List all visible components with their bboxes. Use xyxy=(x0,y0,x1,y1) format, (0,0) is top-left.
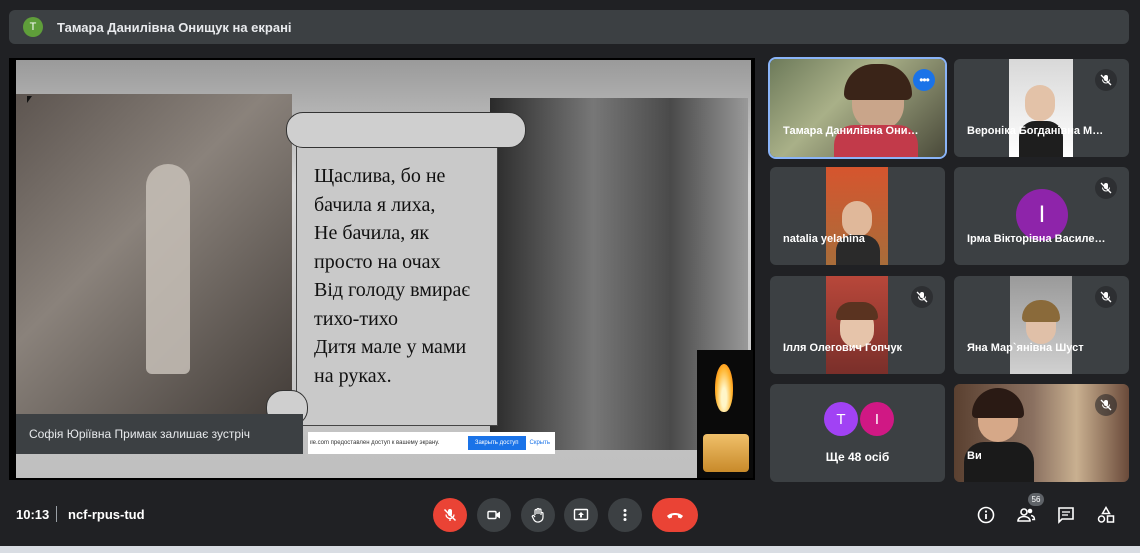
more-options-icon[interactable]: ••• xyxy=(913,69,935,91)
poem-line: тихо-тихо xyxy=(314,307,399,330)
participant-tile[interactable]: Вероніка Богданівна М… xyxy=(954,59,1129,157)
people-icon xyxy=(1017,508,1036,522)
poem-line: Від голоду вмирає xyxy=(314,279,471,301)
participant-count-badge: 56 xyxy=(1028,493,1044,506)
participant-name: Вероніка Богданівна М… xyxy=(967,125,1104,137)
mouse-cursor-icon xyxy=(27,96,32,103)
more-options-button[interactable] xyxy=(608,498,642,532)
poem-line: на руках. xyxy=(314,364,392,387)
participant-name: Ілля Олегович Гопчук xyxy=(783,342,903,354)
participant-video xyxy=(1010,276,1072,374)
participant-tile[interactable]: І Ірма Вікторівна Василе… xyxy=(954,167,1129,265)
leave-call-button[interactable] xyxy=(652,498,698,532)
participant-tile[interactable]: natalia yelahina xyxy=(770,167,945,265)
meeting-info-button[interactable] xyxy=(973,502,999,528)
participant-tile[interactable]: Яна Мар`янівна Шуст xyxy=(954,276,1129,374)
self-view-tile[interactable]: Ви xyxy=(954,384,1129,482)
participant-video xyxy=(1009,59,1073,157)
participant-name: Тамара Данилівна Они… xyxy=(783,125,919,137)
activities-icon xyxy=(1097,506,1115,523)
more-participants-avatars: Т І xyxy=(824,402,894,436)
participant-video xyxy=(826,167,888,265)
poem-line: Дитя мале у мами xyxy=(314,336,467,358)
activities-button[interactable] xyxy=(1093,502,1119,528)
chat-icon xyxy=(1058,507,1074,524)
os-taskbar xyxy=(0,546,1140,553)
muted-mic-icon xyxy=(1095,286,1117,308)
slide-photo-left xyxy=(16,94,292,444)
participant-name: natalia yelahina xyxy=(783,233,865,245)
camera-toggle-button[interactable] xyxy=(477,498,511,532)
control-bar: 10:13 ncf-rpus-tud 56 xyxy=(0,490,1140,542)
meeting-clock: 10:13 xyxy=(16,507,50,522)
present-screen-icon xyxy=(573,508,589,521)
poem-line: просто на очах xyxy=(314,250,441,273)
presenting-banner: Т Тамара Данилівна Онищук на екрані xyxy=(9,10,1129,44)
chat-button[interactable] xyxy=(1053,502,1079,528)
more-participants-tile[interactable]: Т І Ще 48 осіб xyxy=(770,384,945,482)
presentation-stage[interactable]: Щаслива, бо не бачила я лиха, Не бачила,… xyxy=(9,58,755,480)
muted-mic-icon xyxy=(1095,177,1117,199)
microphone-toggle-button[interactable] xyxy=(433,498,467,532)
hang-up-icon xyxy=(667,513,683,519)
poem-line: Не бачила, як xyxy=(314,222,430,244)
divider xyxy=(56,506,57,522)
participant-tile[interactable]: Ілля Олегович Гопчук xyxy=(770,276,945,374)
candle-image xyxy=(697,350,753,478)
hide-notice-button[interactable]: Скрыть xyxy=(530,440,550,446)
participant-name: Яна Мар`янівна Шуст xyxy=(967,342,1084,354)
participant-tile[interactable]: ••• Тамара Данилівна Они… xyxy=(768,57,947,159)
stop-sharing-button[interactable]: Закрыть доступ xyxy=(467,436,526,450)
poem-line: бачила я лиха, xyxy=(314,193,436,216)
participant-avatar: І xyxy=(860,402,894,436)
participant-name: Ірма Вікторівна Василе… xyxy=(967,233,1106,245)
participant-name: Ви xyxy=(967,450,982,462)
raise-hand-icon xyxy=(531,507,544,523)
share-notice-text: ile.com предоставлен доступ к вашему экр… xyxy=(310,440,440,446)
more-vert-icon xyxy=(623,509,627,521)
participant-left-toast: Софія Юріївна Примак залишає зустріч xyxy=(16,414,303,454)
slide-poem: Щаслива, бо не бачила я лиха, Не бачила,… xyxy=(314,162,499,390)
poem-line: Щаслива, бо не xyxy=(314,165,446,187)
participant-video xyxy=(826,276,888,374)
participant-avatar: Т xyxy=(824,402,858,436)
muted-mic-icon xyxy=(1095,394,1117,416)
presenting-banner-text: Тамара Данилівна Онищук на екрані xyxy=(57,19,292,35)
presenter-avatar: Т xyxy=(23,17,43,37)
scroll-top-roll xyxy=(286,112,526,148)
screen-share-notice: ile.com предоставлен доступ к вашему экр… xyxy=(308,432,555,454)
meeting-code: ncf-rpus-tud xyxy=(68,507,145,522)
muted-mic-icon xyxy=(1095,69,1117,91)
present-screen-button[interactable] xyxy=(564,498,598,532)
info-icon xyxy=(977,506,995,524)
raise-hand-button[interactable] xyxy=(521,498,555,532)
mic-off-icon xyxy=(443,508,457,522)
more-participants-label: Ще 48 осіб xyxy=(825,450,890,464)
muted-mic-icon xyxy=(911,286,933,308)
camera-icon xyxy=(487,510,500,520)
